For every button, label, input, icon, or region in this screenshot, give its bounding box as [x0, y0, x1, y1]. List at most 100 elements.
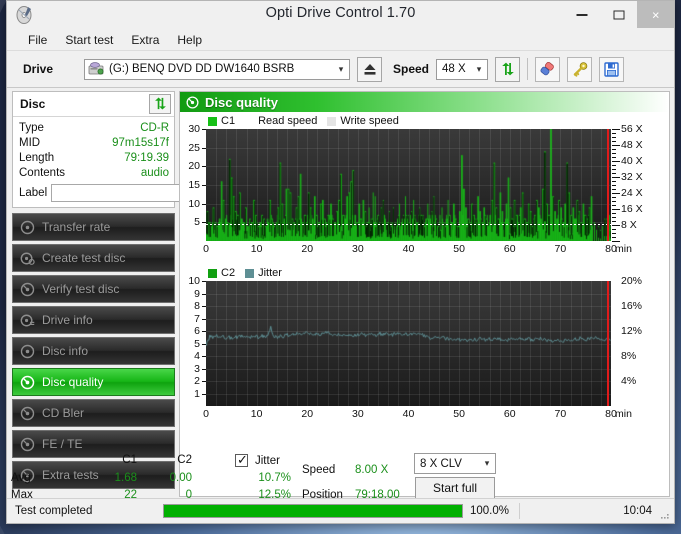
y-axis-tick: [202, 393, 206, 395]
x-axis-tick-label: 20: [301, 243, 314, 255]
drive-icon: [88, 62, 104, 75]
x-axis-tick-label: 30: [352, 243, 364, 255]
end-of-data-marker: [607, 129, 609, 241]
disc-panel-title: Disc: [20, 97, 46, 111]
toolbar: Drive (G:) BENQ DVD DD DW1640 BSRB ▾ Spe…: [7, 51, 674, 88]
legend-label: C2: [221, 267, 236, 279]
x-axis-tick-label: 10: [250, 243, 263, 255]
x-axis-unit-label: min: [615, 408, 632, 420]
speed-select[interactable]: 48 X ▾: [436, 58, 489, 80]
y-axis-tick: [202, 293, 206, 295]
legend-label: C1: [221, 115, 236, 127]
erase-button[interactable]: [535, 56, 561, 82]
disc-row-key: MID: [19, 136, 41, 149]
speed-ruler: [612, 129, 620, 242]
speed-stat-label: Speed: [302, 464, 336, 476]
disc-panel-header: Disc: [13, 92, 174, 117]
x-axis-tick-label: 20: [301, 408, 314, 420]
y2-axis-tick-label: 8 X: [621, 219, 637, 231]
legend-swatch: [327, 116, 337, 126]
application-window: Opti Drive Control 1.70 × File Start tes…: [6, 0, 675, 524]
chevron-down-icon[interactable]: ▾: [333, 60, 349, 79]
progress-bar: [163, 504, 463, 518]
toolbar-separator: [527, 58, 529, 80]
y-axis-tick-label: 10: [188, 275, 200, 287]
average-read-speed-line: [206, 224, 611, 225]
y-axis-tick: [202, 331, 206, 332]
disc-properties: Type CD-R MID 97m15s17f Length 79:19.39 …: [13, 117, 256, 207]
chart-legend: C1 Read speed Write speed: [208, 115, 405, 127]
chevron-down-icon[interactable]: ▾: [479, 454, 495, 473]
legend-swatch: [245, 116, 255, 126]
menu-item-extra[interactable]: Extra: [122, 31, 168, 49]
y-axis-tick: [202, 343, 206, 345]
chart-series-canvas: [206, 281, 611, 406]
maximize-button[interactable]: [600, 1, 637, 28]
disc-row-key: Contents: [19, 166, 66, 179]
y-axis-tick: [202, 281, 206, 282]
x-axis-unit-label: min: [615, 243, 632, 255]
disc-row-value: CD-R: [140, 121, 169, 134]
status-text: Test completed: [15, 505, 93, 517]
sidebar-item-label: FE / TE: [42, 437, 83, 451]
drive-select[interactable]: (G:) BENQ DVD DD DW1640 BSRB ▾: [84, 58, 350, 80]
refresh-button[interactable]: [495, 56, 521, 82]
y-axis-tick-label: 15: [188, 179, 200, 191]
menu-item-help[interactable]: Help: [168, 31, 211, 49]
menu-bar: File Start test Extra Help: [7, 29, 674, 51]
test-nav-list: Transfer rate Create test disc Verify test…: [12, 213, 175, 489]
y-axis-tick-label: 25: [188, 141, 200, 154]
sidebar-item-disc-quality[interactable]: Disc quality: [12, 368, 175, 396]
y-axis-tick-label: 1: [194, 387, 200, 400]
y2-axis-tick-label: 48 X: [621, 139, 643, 151]
save-button[interactable]: [599, 56, 625, 82]
sidebar-item-transfer-rate[interactable]: Transfer rate: [12, 213, 175, 241]
end-of-data-marker: [607, 281, 609, 406]
chart-legend: C2 Jitter: [208, 267, 288, 279]
sidebar-item-cd-bler[interactable]: CD Bler: [12, 399, 175, 427]
start-full-button[interactable]: Start full: [415, 477, 495, 499]
x-axis-tick-label: 60: [503, 408, 516, 420]
sidebar-item-verify-test-disc[interactable]: Verify test disc: [12, 275, 175, 303]
sidebar-item-drive-info[interactable]: Drive info: [12, 306, 175, 334]
x-axis-tick-label: 50: [453, 408, 465, 420]
y2-axis-tick-label: 24 X: [621, 187, 643, 199]
sidebar-item-create-test-disc[interactable]: Create test disc: [12, 244, 175, 272]
disc-row-key: Type: [19, 121, 44, 134]
c1-read-speed-chart: C1 Read speed Write speed 5 10 15 20 25 30 8 X 16 …: [180, 112, 669, 262]
key-button[interactable]: [567, 56, 593, 82]
disc-fete-icon: [20, 437, 35, 452]
jitter-checkbox[interactable]: ✓: [235, 453, 248, 467]
x-axis-tick-label: 0: [203, 243, 209, 255]
minimize-button[interactable]: [563, 1, 600, 28]
disc-row-contents: Contents audio: [19, 165, 169, 180]
sidebar-item-label: CD Bler: [42, 406, 85, 420]
stats-c1-avg: 1.68: [114, 472, 137, 484]
y-axis-tick-label: 7: [194, 312, 200, 325]
disc-bler-icon: [20, 406, 35, 421]
sidebar: Disc Type CD-R MID 97m15s17f Length 79:1…: [7, 88, 256, 517]
legend-swatch: [208, 116, 217, 126]
sidebar-item-disc-info[interactable]: Disc info: [12, 337, 175, 365]
stats-jitter-avg: 10.7%: [258, 472, 291, 484]
y-axis-tick: [202, 318, 206, 320]
resize-grip-icon[interactable]: [660, 510, 670, 520]
menu-item-file[interactable]: File: [19, 31, 56, 49]
key-icon: [573, 61, 587, 77]
c2-jitter-chart: C2 Jitter 1 2 3 4 5 6 7 8 9 10 4% 8% 12% 16% 20% 0 10 20 30 4…: [180, 262, 669, 420]
chevron-down-icon[interactable]: ▾: [471, 60, 487, 79]
y2-axis-tick-label: 32 X: [621, 171, 643, 183]
speed-stat-value: 8.00 X: [355, 464, 389, 476]
x-axis-tick-label: 30: [352, 408, 364, 420]
disc-check-icon: [20, 282, 35, 297]
close-button[interactable]: ×: [637, 1, 674, 28]
disc-refresh-button[interactable]: [149, 94, 171, 114]
main-panel-title: Disc quality: [205, 94, 278, 110]
legend-label: Write speed: [340, 115, 399, 127]
clv-speed-select[interactable]: 8 X CLV ▾: [414, 453, 496, 474]
jitter-label: Jitter: [255, 455, 280, 467]
disc-row-type: Type CD-R: [19, 120, 169, 135]
eject-button[interactable]: [357, 56, 382, 82]
menu-item-start-test[interactable]: Start test: [56, 31, 122, 49]
status-separator: [519, 503, 521, 519]
